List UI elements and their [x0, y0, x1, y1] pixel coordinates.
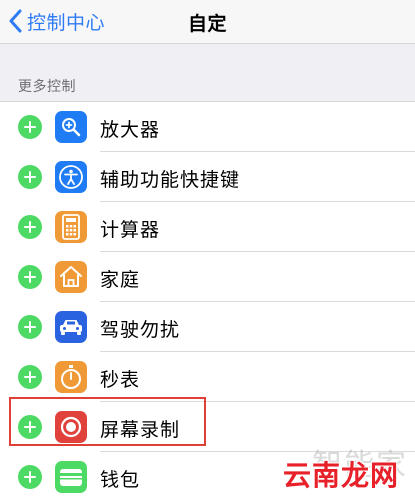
list-item-accessibility-shortcut: 辅助功能快捷键	[0, 152, 415, 202]
list-item-label: 钱包	[100, 469, 141, 491]
list-item-calculator: 计算器	[0, 202, 415, 252]
calculator-icon	[55, 211, 87, 243]
add-button[interactable]	[18, 215, 42, 239]
list-item-home: 家庭	[0, 252, 415, 302]
watermark-brand: 云南龙网	[283, 459, 400, 492]
add-button[interactable]	[18, 465, 42, 489]
list-item-label: 辅助功能快捷键	[100, 169, 241, 191]
list-item-magnifier: 放大器	[0, 102, 415, 152]
list-item-label: 家庭	[100, 269, 141, 291]
highlight-box	[9, 397, 206, 446]
add-button[interactable]	[18, 265, 42, 289]
add-button[interactable]	[18, 365, 42, 389]
list-item-label: 计算器	[100, 219, 161, 241]
add-button[interactable]	[18, 165, 42, 189]
home-icon	[55, 261, 87, 293]
section-header: 更多控制	[18, 79, 76, 95]
car-icon	[55, 311, 87, 343]
wallet-icon	[55, 461, 87, 493]
add-button[interactable]	[18, 115, 42, 139]
list-item-label: 秒表	[100, 369, 141, 391]
list-item-stopwatch: 秒表	[0, 352, 415, 402]
magnifier-icon	[55, 111, 87, 143]
add-button[interactable]	[18, 315, 42, 339]
stopwatch-icon	[55, 361, 87, 393]
list-item-label: 驾驶勿扰	[100, 319, 181, 341]
accessibility-icon	[55, 161, 87, 193]
navigation-bar: 控制中心 自定	[0, 0, 415, 44]
list-item-label: 放大器	[100, 119, 161, 141]
list-item-do-not-disturb-while-driving: 驾驶勿扰	[0, 302, 415, 352]
page-title: 自定	[187, 13, 227, 35]
